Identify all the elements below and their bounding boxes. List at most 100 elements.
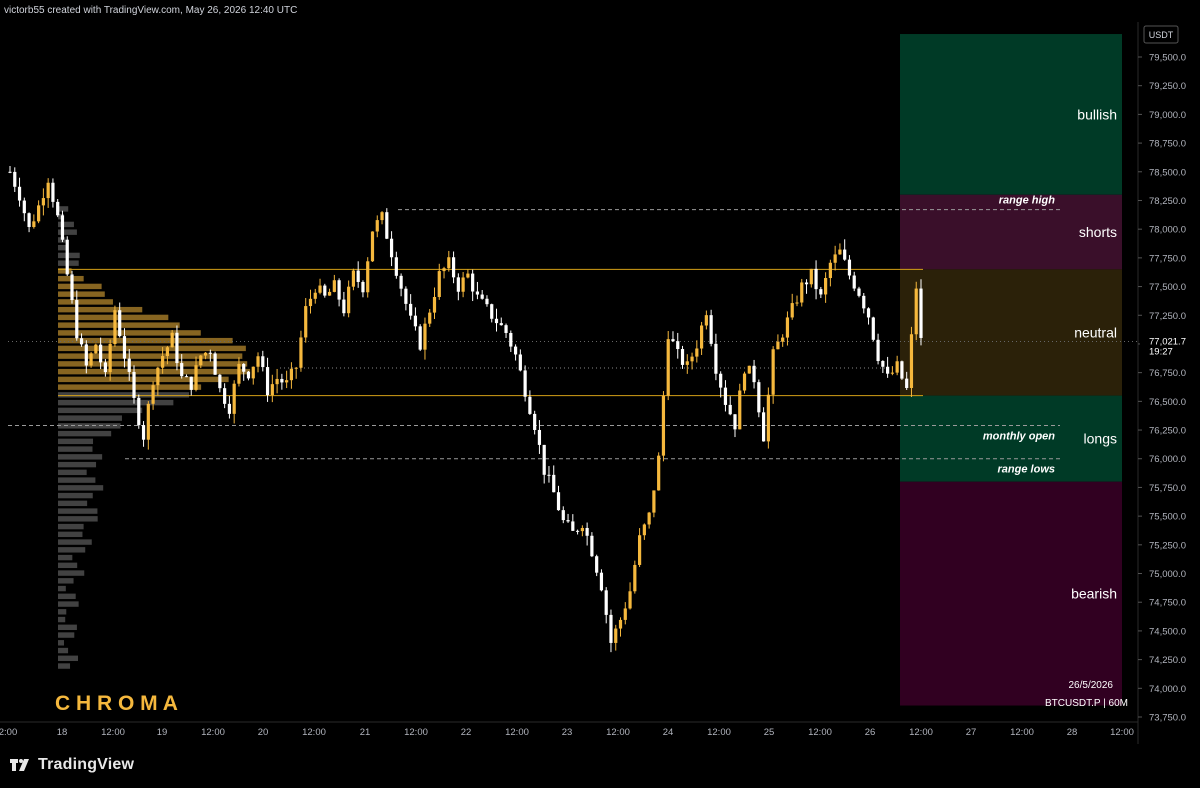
zone-label-neutral: neutral — [1074, 324, 1117, 340]
candle-body — [599, 572, 604, 591]
profile-bar — [58, 438, 94, 445]
candle-body — [442, 268, 446, 272]
candle-body — [280, 378, 284, 383]
candle-body — [437, 271, 441, 297]
candle-body — [733, 414, 737, 430]
y-tick-label: 79,000.0 — [1149, 110, 1186, 121]
candle-body — [265, 367, 270, 396]
candle-body — [165, 347, 169, 357]
candle-body — [847, 259, 852, 276]
candle-body — [394, 257, 398, 276]
candle-body — [423, 323, 427, 350]
candle-body — [380, 212, 384, 221]
y-tick-label: 78,750.0 — [1149, 139, 1186, 150]
candle-body — [671, 339, 675, 342]
candle — [65, 236, 69, 277]
tradingview-logo[interactable]: TradingView — [10, 756, 134, 774]
x-tick-label: 23 — [562, 727, 573, 738]
profile-bar — [58, 384, 202, 390]
candle-body — [556, 492, 561, 511]
x-tick-label: 2:00 — [0, 727, 17, 738]
candle — [800, 278, 804, 307]
candle-body — [704, 315, 708, 326]
profile-bar — [58, 578, 74, 584]
candle-body — [642, 524, 646, 536]
candle-body — [633, 564, 637, 592]
y-tick-label: 74,000.0 — [1149, 684, 1186, 695]
candle-body — [370, 231, 375, 262]
x-tick-label: 26 — [865, 727, 876, 738]
candle-body — [738, 390, 742, 430]
candle-body — [56, 201, 60, 216]
zone-label-longs: longs — [1084, 431, 1117, 447]
profile-bar — [58, 531, 83, 538]
candle-body — [447, 257, 451, 269]
candle-body — [800, 282, 804, 303]
candle — [762, 407, 766, 442]
x-tick-label: 18 — [57, 727, 68, 738]
candle-body — [695, 348, 699, 357]
profile-bar — [58, 299, 113, 305]
candle-body — [79, 338, 84, 345]
candle-body — [170, 332, 174, 348]
candle-body — [580, 527, 584, 532]
candle — [523, 365, 527, 402]
candle-body — [857, 288, 861, 296]
candle-body — [141, 425, 146, 440]
candle-body — [680, 349, 685, 365]
candle-body — [919, 288, 923, 338]
candle-body — [270, 384, 274, 396]
profile-bar — [58, 500, 88, 507]
x-tick-label: 24 — [663, 727, 674, 738]
candle-body — [32, 221, 36, 228]
candle-body — [242, 363, 246, 372]
candle-body — [614, 628, 618, 643]
candle-body — [318, 285, 322, 293]
candle-body — [814, 268, 818, 290]
candle-body — [513, 346, 518, 355]
chart-area[interactable]: bullish shorts neutral longs bearish range hi… — [0, 22, 1200, 744]
price-chart[interactable]: bullish shorts neutral longs bearish range hi… — [0, 22, 1200, 744]
y-tick-label: 78,000.0 — [1149, 225, 1186, 236]
candle — [657, 452, 661, 491]
profile-bar — [58, 430, 112, 437]
candle-body — [356, 270, 360, 282]
profile-bar — [58, 570, 85, 576]
x-tick-label: 28 — [1067, 727, 1078, 738]
candle — [709, 309, 713, 347]
profile-bar — [58, 554, 73, 561]
candle-body — [676, 341, 680, 350]
candle-body — [46, 182, 50, 199]
candle — [60, 210, 65, 243]
candle-body — [327, 291, 332, 296]
profile-bar — [58, 252, 80, 259]
candle-body — [623, 608, 627, 620]
candle-body — [299, 337, 303, 368]
x-tick-label: 12:00 — [302, 727, 326, 738]
candle-body — [99, 344, 103, 363]
profile-bar — [58, 337, 233, 344]
candle-body — [628, 591, 632, 609]
candle-body — [208, 352, 212, 354]
candle-body — [504, 325, 508, 333]
profile-bar — [58, 399, 174, 406]
x-tick-label: 12:00 — [1010, 727, 1034, 738]
candle — [89, 351, 93, 368]
countdown-label: 19:27 — [1149, 346, 1173, 357]
candle-body — [199, 355, 203, 366]
candle-body — [256, 356, 260, 367]
x-tick-label: 27 — [966, 727, 977, 738]
candle — [666, 331, 670, 401]
candle-body — [89, 353, 93, 366]
candle-body — [852, 275, 856, 289]
candle-body — [609, 614, 613, 643]
profile-bar — [58, 632, 75, 638]
candle-body — [27, 213, 31, 228]
candle-body — [871, 317, 875, 340]
candle-body — [690, 356, 694, 362]
candle — [370, 231, 375, 262]
candle-body — [41, 198, 45, 206]
x-tick-label: 22 — [461, 727, 472, 738]
candle-body — [833, 254, 837, 263]
candle-body — [595, 556, 599, 573]
